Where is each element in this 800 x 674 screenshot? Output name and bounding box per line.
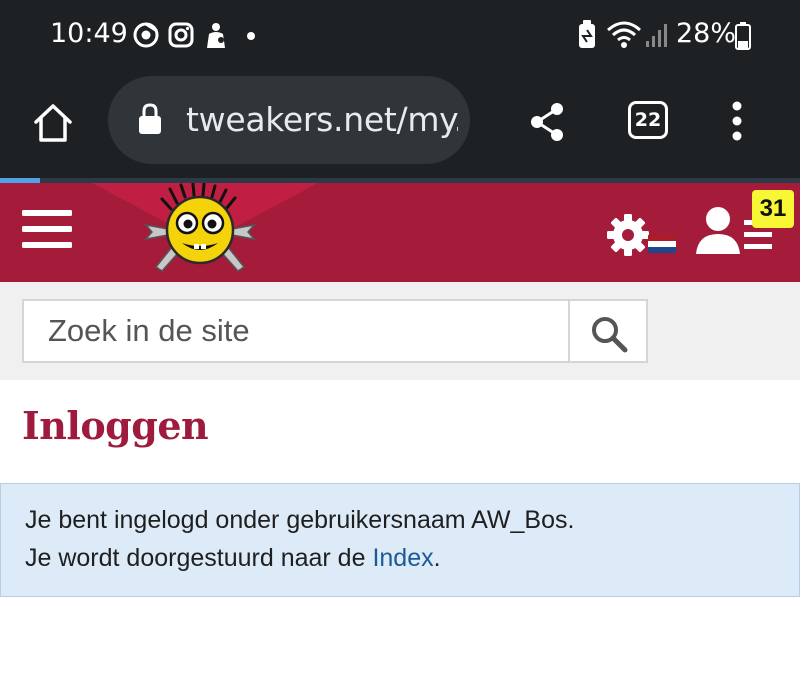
message-line-1: Je bent ingelogd onder gebruikersnaam AW… (25, 506, 575, 534)
chrome-icon (133, 22, 159, 48)
search-bar (0, 282, 800, 380)
share-icon[interactable] (528, 102, 566, 142)
address-bar[interactable]: tweakers.net/my. (108, 76, 470, 164)
browser-toolbar: tweakers.net/my. 22 (0, 72, 800, 178)
settings-gear-icon[interactable] (606, 213, 650, 257)
instagram-icon (168, 22, 194, 48)
search-button[interactable] (568, 299, 648, 363)
battery-icon (735, 22, 751, 50)
notification-badge[interactable]: 31 (752, 190, 794, 228)
tweakers-logo[interactable] (142, 183, 258, 279)
message-line-2-suffix: . (433, 544, 441, 572)
url-text: tweakers.net/my. (186, 100, 458, 139)
message-line-2-prefix: Je wordt doorgestuurd naar de (25, 544, 373, 572)
overflow-menu-icon[interactable] (730, 100, 744, 142)
signal-icon (646, 24, 667, 47)
tab-count: 22 (634, 109, 662, 131)
status-bar: 10:49 28% (0, 0, 800, 72)
page-title: Inloggen (22, 403, 209, 448)
dutch-flag-icon (648, 235, 676, 253)
index-link[interactable]: Index (372, 544, 433, 572)
wifi-icon (607, 21, 641, 48)
site-header (0, 183, 800, 282)
lock-icon (139, 103, 161, 134)
search-input[interactable] (22, 299, 568, 363)
battery-saver-icon (579, 20, 595, 48)
dot-icon (247, 32, 255, 40)
clock: 10:49 (50, 18, 128, 49)
tab-switcher-button[interactable]: 22 (628, 101, 668, 139)
gift-icon (207, 23, 225, 48)
battery-percent: 28% (676, 18, 737, 49)
hamburger-menu-icon[interactable] (22, 210, 72, 248)
search-icon (592, 317, 628, 353)
message-line-2: Je wordt doorgestuurd naar de Index. (25, 544, 441, 573)
home-icon[interactable] (32, 102, 74, 144)
login-status-message: Je bent ingelogd onder gebruikersnaam AW… (0, 483, 800, 597)
